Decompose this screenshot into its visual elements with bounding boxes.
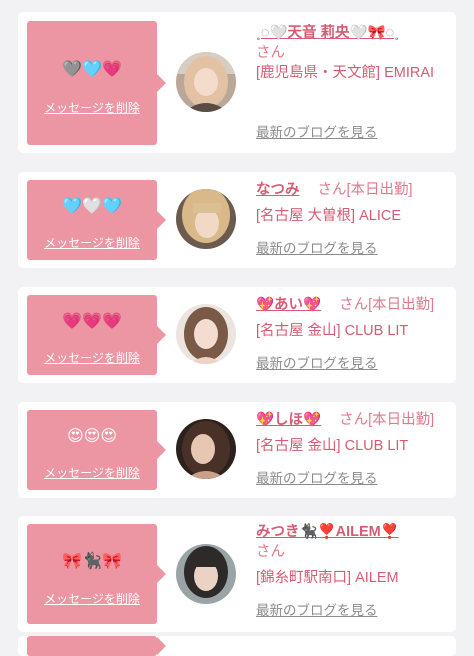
latest-blog-link[interactable]: 最新のブログを見る [256, 355, 378, 373]
cast-name-link[interactable]: 💖しほ💖 [256, 412, 321, 428]
message-emoji: 🩵🤍🩵 [62, 196, 122, 215]
delete-message-link[interactable]: メッセージを削除 [27, 235, 157, 251]
delete-message-link[interactable]: メッセージを削除 [27, 591, 157, 607]
message-emoji: 🎀🐈‍⬛🎀 [62, 551, 122, 570]
message-bubble: 🩶🩵💗 メッセージを削除 [27, 21, 166, 145]
avatar[interactable] [176, 544, 236, 604]
status-label: [本日出勤] [368, 297, 435, 313]
cast-info: 💖あい💖 さん[本日出勤] [名古屋 金山] CLUB LIT [256, 295, 452, 341]
shop-label: [錦糸町駅南口] AILEM [256, 570, 399, 586]
cast-info: 💖しほ💖 さん[本日出勤] [名古屋 金山] CLUB LIT [256, 410, 452, 456]
favorite-card: 🩶🩵💗 メッセージを削除 ˳◌🤍天音 莉央🤍🎀◌˳ さん [鹿児島県・天文館] … [18, 12, 456, 153]
honorific-label: さん [339, 412, 369, 428]
avatar[interactable] [176, 52, 236, 112]
cast-info: みつき🐈‍⬛❣️AILEM❣️ さん [錦糸町駅南口] AILEM [256, 522, 452, 588]
avatar[interactable] [176, 419, 236, 479]
cast-info: なつみ さん[本日出勤] [名古屋 大曽根] ALICE [256, 180, 452, 226]
favorite-card: 😍😍😍 メッセージを削除 💖しほ💖 さん[本日出勤] [名古屋 金山] CLUB… [18, 402, 456, 498]
avatar[interactable] [176, 189, 236, 249]
message-bubble: 😍😍😍 メッセージを削除 [27, 410, 166, 490]
message-bubble [27, 636, 166, 656]
status-label: [本日出勤] [346, 182, 413, 198]
message-emoji: 💗💗💗 [62, 311, 122, 330]
favorite-card: 🎀🐈‍⬛🎀 メッセージを削除 みつき🐈‍⬛❣️AILEM❣️ さん [錦糸町駅南… [18, 516, 456, 632]
cast-name-link[interactable]: なつみ [256, 182, 300, 198]
message-bubble: 🎀🐈‍⬛🎀 メッセージを削除 [27, 524, 166, 624]
message-bubble: 🩵🤍🩵 メッセージを削除 [27, 180, 166, 260]
shop-label: [名古屋 大曽根] ALICE [256, 208, 402, 224]
delete-message-link[interactable]: メッセージを削除 [27, 350, 157, 366]
latest-blog-link[interactable]: 最新のブログを見る [256, 124, 378, 142]
favorite-card-partial [18, 636, 456, 656]
message-bubble: 💗💗💗 メッセージを削除 [27, 295, 166, 375]
shop-label: [名古屋 金山] CLUB LIT [256, 323, 409, 339]
latest-blog-link[interactable]: 最新のブログを見る [256, 470, 378, 488]
honorific-label: さん [256, 45, 285, 61]
latest-blog-link[interactable]: 最新のブログを見る [256, 240, 378, 258]
avatar[interactable] [176, 304, 236, 364]
favorite-card: 🩵🤍🩵 メッセージを削除 なつみ さん[本日出勤] [名古屋 大曽根] ALIC… [18, 172, 456, 268]
cast-name-link[interactable]: みつき🐈‍⬛❣️AILEM❣️ [256, 524, 399, 540]
latest-blog-link[interactable]: 最新のブログを見る [256, 602, 378, 620]
delete-message-link[interactable]: メッセージを削除 [27, 465, 157, 481]
honorific-label: さん [317, 182, 347, 198]
cast-name-link[interactable]: ˳◌🤍天音 莉央🤍🎀◌˳ [256, 25, 399, 41]
honorific-label: さん [256, 544, 285, 560]
shop-label: [名古屋 金山] CLUB LIT [256, 438, 409, 454]
status-label: [本日出勤] [368, 412, 435, 428]
cast-name-link[interactable]: 💖あい💖 [256, 297, 321, 313]
message-emoji: 😍😍😍 [66, 426, 118, 445]
honorific-label: さん [339, 297, 369, 313]
delete-message-link[interactable]: メッセージを削除 [27, 100, 157, 116]
cast-info: ˳◌🤍天音 莉央🤍🎀◌˳ さん [鹿児島県・天文館] EMIRAI [256, 23, 452, 83]
shop-label: [鹿児島県・天文館] EMIRAI [256, 65, 435, 81]
favorite-card: 💗💗💗 メッセージを削除 💖あい💖 さん[本日出勤] [名古屋 金山] CLUB… [18, 287, 456, 383]
message-emoji: 🩶🩵💗 [62, 59, 122, 78]
